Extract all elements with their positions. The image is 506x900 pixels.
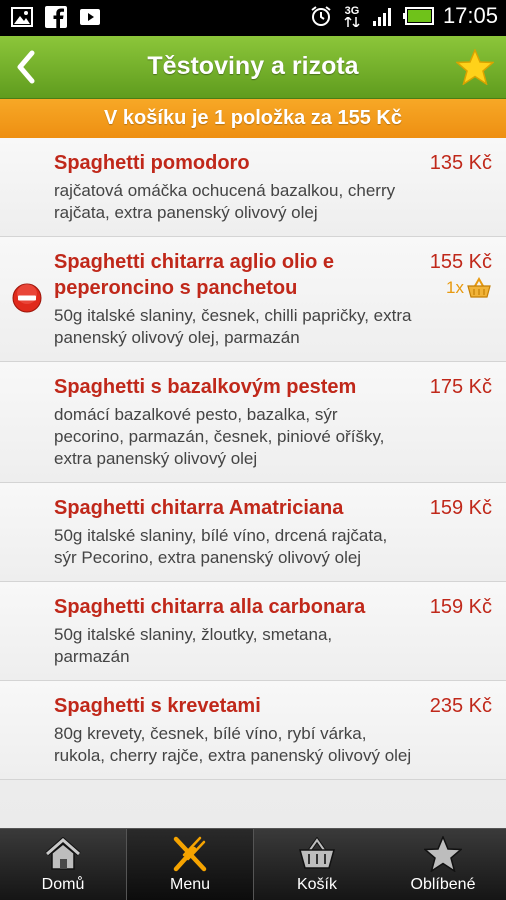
item-price: 175 Kč [429,376,492,398]
status-bar: 3G 17:05 [0,0,506,36]
nav-label: Menu [169,875,211,893]
item-price: 235 Kč [429,695,492,717]
menu-item[interactable]: Spaghetti chitarra Amatriciana 50g itals… [0,483,506,582]
basket-icon [297,836,337,872]
item-name: Spaghetti chitarra alla carbonara [54,596,366,618]
signal-icon [371,4,395,28]
bottom-navigation: Domů Menu Košík Oblíbené [0,828,506,900]
nav-cart[interactable]: Košík [254,829,380,900]
youtube-icon [78,5,102,29]
menu-item[interactable]: Spaghetti pomodoro rajčatová omáčka ochu… [0,138,506,237]
cart-summary-banner[interactable]: V košíku je 1 položka za 155 Kč [0,99,506,138]
nav-label: Domů [41,875,85,893]
menu-item[interactable]: Spaghetti s bazalkovým pestem domácí baz… [0,362,506,483]
status-notification-icons [10,5,102,29]
item-price: 135 Kč [429,152,492,174]
nav-home[interactable]: Domů [0,829,126,900]
item-cart-quantity: 1x [446,277,492,299]
item-name: Spaghetti s krevetami [54,695,261,717]
title-bar: Těstoviny a rizota [0,36,506,99]
menu-item-list[interactable]: Spaghetti pomodoro rajčatová omáčka ochu… [0,138,506,828]
item-description: domácí bazalkové pesto, bazalka, sýr pec… [54,405,385,468]
star-icon [423,835,463,872]
status-time: 17:05 [442,3,498,28]
alarm-icon [309,4,333,28]
item-price: 159 Kč [429,497,492,519]
menu-item[interactable]: Spaghetti s krevetami 80g krevety, česne… [0,681,506,780]
battery-icon [402,4,435,28]
nav-label: Košík [296,875,337,893]
star-icon [456,49,494,85]
item-name: Spaghetti s bazalkovým pestem [54,376,357,398]
network-3g-icon: 3G [341,4,363,28]
back-chevron-icon [17,50,35,84]
item-description: 50g italské slaniny, česnek, chilli papr… [54,306,412,347]
item-description: 80g krevety, česnek, bílé víno, rybí vár… [54,724,412,765]
gallery-icon [10,5,34,29]
item-description: 50g italské slaniny, bílé víno, drcená r… [54,526,388,567]
menu-item[interactable]: Spaghetti chitarra alla carbonara 50g it… [0,582,506,681]
item-name: Spaghetti chitarra aglio olio e peperonc… [54,251,335,299]
item-name: Spaghetti chitarra Amatriciana [54,497,344,519]
cutlery-icon [170,836,210,872]
page-title: Těstoviny a rizota [147,52,359,80]
nav-label: Oblíbené [410,875,476,893]
facebook-icon [44,5,68,29]
nav-favorites[interactable]: Oblíbené [380,829,506,900]
quantity-label: 1x [446,278,464,297]
item-price: 155 Kč [429,251,492,273]
remove-item-icon[interactable] [12,283,42,313]
nav-menu[interactable]: Menu [126,829,254,900]
back-button[interactable] [6,44,46,90]
basket-icon [467,277,491,298]
favorite-button[interactable] [454,46,496,88]
network-type-label: 3G [344,4,360,17]
status-system-icons: 3G 17:05 [309,3,498,29]
home-icon [43,836,83,872]
item-price: 159 Kč [429,596,492,618]
item-description: rajčatová omáčka ochucená bazalkou, cher… [54,181,396,222]
menu-item[interactable]: Spaghetti chitarra aglio olio e peperonc… [0,237,506,362]
item-description: 50g italské slaniny, žloutky, smetana, p… [54,625,333,666]
item-name: Spaghetti pomodoro [54,152,250,174]
